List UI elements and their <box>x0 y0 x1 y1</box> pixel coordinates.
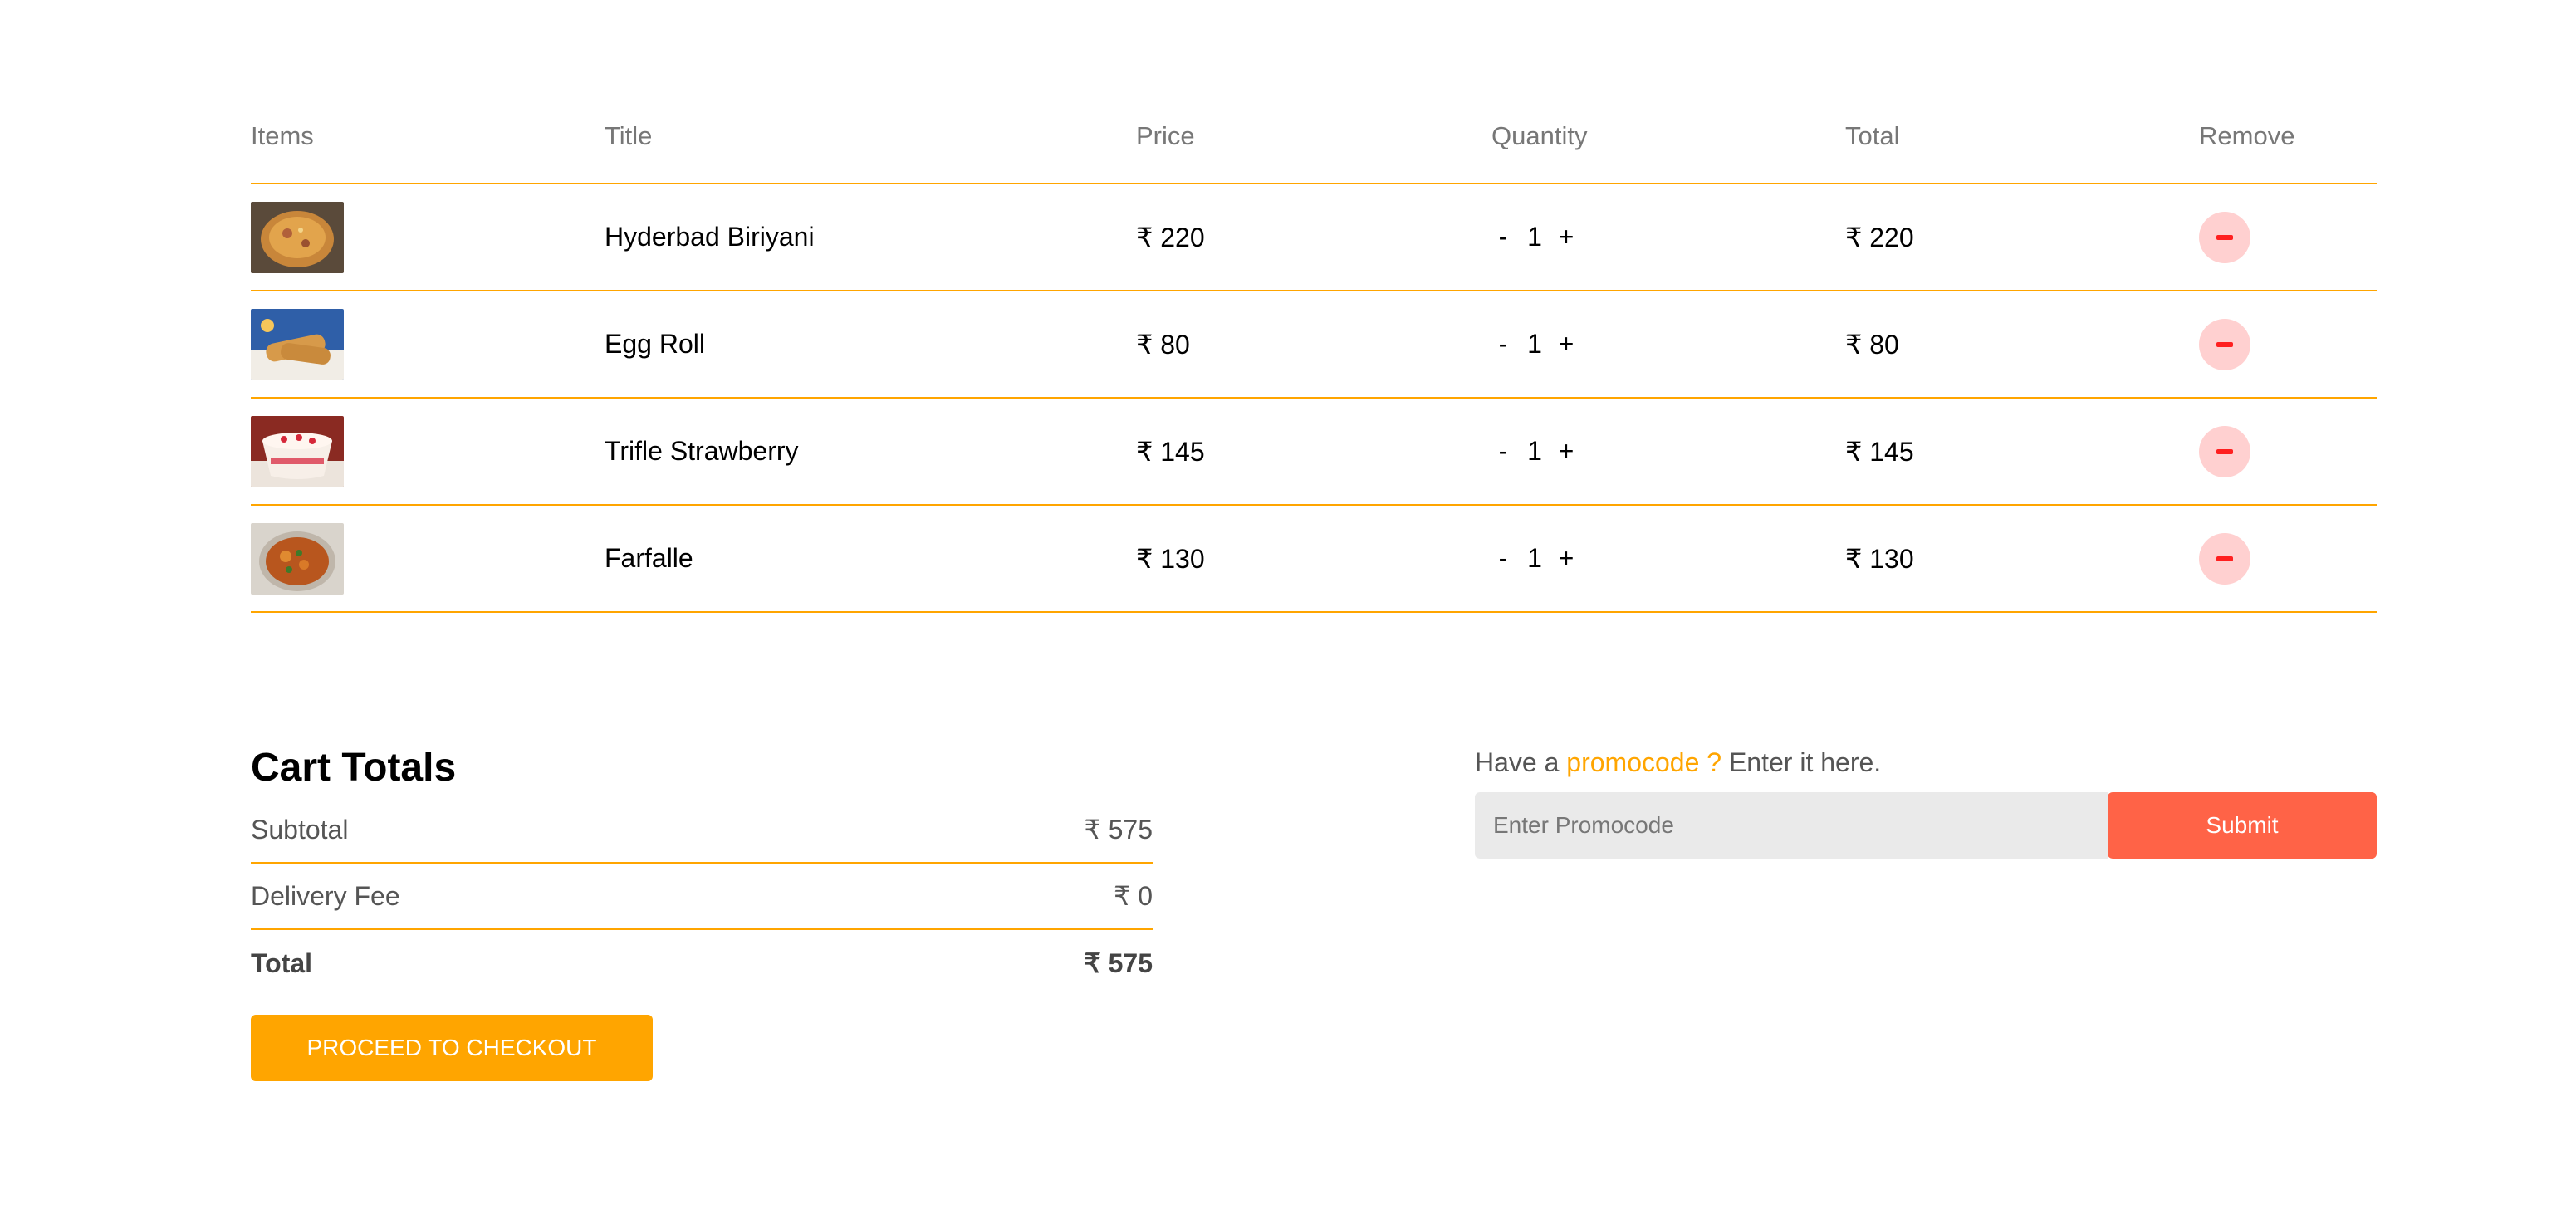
item-title: Hyderbad Biriyani <box>605 222 815 252</box>
promocode-input[interactable] <box>1475 792 2108 859</box>
table-row: Hyderbad Biriyani ₹ 220 - 1 + ₹ 220 <box>251 184 2377 291</box>
decrease-button[interactable]: - <box>1491 436 1515 467</box>
header-total: Total <box>1845 121 1900 150</box>
remove-button[interactable] <box>2199 425 2250 477</box>
remove-button[interactable] <box>2199 532 2250 585</box>
egg-roll-image <box>251 308 344 380</box>
header-price: Price <box>1136 121 1195 150</box>
minus-icon <box>2216 556 2233 561</box>
item-title: Egg Roll <box>605 329 705 359</box>
promocode-text-before: Have a <box>1475 747 1567 777</box>
quantity-stepper: - 1 + <box>1491 436 1578 467</box>
increase-button[interactable]: + <box>1555 543 1578 574</box>
cart-table: Items Title Price Quantity Total Remove … <box>251 103 2377 613</box>
cart-totals: Cart Totals Subtotal ₹ 575 Delivery Fee … <box>251 739 1153 1081</box>
decrease-button[interactable]: - <box>1491 329 1515 360</box>
farfalle-image <box>251 522 344 595</box>
item-price: ₹ 130 <box>1136 543 1205 574</box>
promocode-highlight: promocode ? <box>1566 747 1722 777</box>
table-header: Items Title Price Quantity Total Remove <box>251 103 2377 184</box>
trifle-image <box>251 415 344 487</box>
biryani-image <box>251 201 344 273</box>
total-row: Total ₹ 575 <box>251 930 1153 996</box>
header-remove: Remove <box>2199 121 2295 150</box>
promocode-prompt: Have a promocode ? Enter it here. <box>1475 744 2377 781</box>
quantity-value: 1 <box>1527 543 1542 573</box>
item-total: ₹ 145 <box>1845 436 1914 467</box>
total-label: Total <box>251 947 313 978</box>
table-row: Farfalle ₹ 130 - 1 + ₹ 130 <box>251 506 2377 613</box>
item-price: ₹ 80 <box>1136 329 1190 360</box>
delivery-fee-row: Delivery Fee ₹ 0 <box>251 864 1153 930</box>
subtotal-value: ₹ 575 <box>1084 815 1153 845</box>
subtotal-label: Subtotal <box>251 814 349 845</box>
total-value: ₹ 575 <box>1084 948 1153 978</box>
remove-button[interactable] <box>2199 318 2250 370</box>
item-title: Trifle Strawberry <box>605 436 799 466</box>
decrease-button[interactable]: - <box>1491 222 1515 252</box>
delivery-fee-value: ₹ 0 <box>1113 881 1153 911</box>
increase-button[interactable]: + <box>1555 436 1578 467</box>
header-items: Items <box>251 121 314 150</box>
increase-button[interactable]: + <box>1555 329 1578 360</box>
proceed-to-checkout-button[interactable]: PROCEED TO CHECKOUT <box>251 1015 653 1081</box>
minus-icon <box>2216 234 2233 240</box>
delivery-fee-label: Delivery Fee <box>251 880 400 911</box>
minus-icon <box>2216 448 2233 454</box>
quantity-value: 1 <box>1527 222 1542 252</box>
decrease-button[interactable]: - <box>1491 543 1515 574</box>
promocode-text-after: Enter it here. <box>1721 747 1882 777</box>
quantity-value: 1 <box>1527 436 1542 466</box>
promocode-form: Submit <box>1475 792 2377 859</box>
quantity-stepper: - 1 + <box>1491 222 1578 252</box>
promocode-section: Have a promocode ? Enter it here. Submit <box>1475 744 2377 859</box>
table-row: Egg Roll ₹ 80 - 1 + ₹ 80 <box>251 291 2377 399</box>
quantity-value: 1 <box>1527 329 1542 359</box>
increase-button[interactable]: + <box>1555 222 1578 252</box>
quantity-stepper: - 1 + <box>1491 329 1578 360</box>
item-price: ₹ 145 <box>1136 436 1205 467</box>
remove-button[interactable] <box>2199 211 2250 263</box>
item-price: ₹ 220 <box>1136 222 1205 252</box>
item-total: ₹ 220 <box>1845 222 1914 252</box>
header-quantity: Quantity <box>1491 121 1588 150</box>
minus-icon <box>2216 341 2233 347</box>
subtotal-row: Subtotal ₹ 575 <box>251 797 1153 864</box>
cart-totals-heading: Cart Totals <box>251 746 457 790</box>
header-title: Title <box>605 121 653 150</box>
submit-button[interactable]: Submit <box>2108 792 2377 859</box>
cart-page: Items Title Price Quantity Total Remove … <box>0 0 2576 1224</box>
item-title: Farfalle <box>605 543 693 573</box>
item-total: ₹ 130 <box>1845 543 1914 574</box>
table-row: Trifle Strawberry ₹ 145 - 1 + ₹ 145 <box>251 399 2377 506</box>
quantity-stepper: - 1 + <box>1491 543 1578 574</box>
item-total: ₹ 80 <box>1845 329 1899 360</box>
